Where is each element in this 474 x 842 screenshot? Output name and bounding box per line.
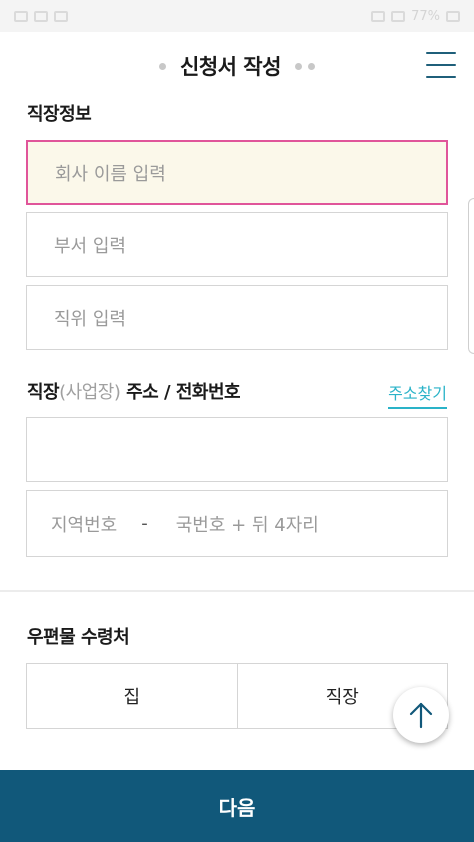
page-indicator-right <box>294 62 315 70</box>
mail-receipt-label: 우편물 수령처 <box>27 627 130 648</box>
arrow-up-icon <box>409 702 433 729</box>
chat-icon <box>54 10 68 22</box>
scroll-top-button[interactable] <box>393 687 449 743</box>
department-input[interactable]: 부서 입력 <box>26 212 448 277</box>
wifi-icon <box>371 10 386 22</box>
mail-receipt-options: 집 직장 <box>26 663 448 729</box>
hamburger-menu-icon[interactable] <box>426 52 456 78</box>
phone-field: 지역번호 - 국번호 + 뒤 4자리 <box>26 490 448 557</box>
work-address-label: 직장(사업장) 주소 / 전화번호 <box>27 382 241 403</box>
notification-icon <box>14 10 28 22</box>
scroll-indicator <box>468 198 474 354</box>
address-search-link[interactable]: 주소찾기 <box>388 380 447 409</box>
address-input[interactable] <box>26 417 448 482</box>
message-icon <box>34 10 48 22</box>
next-button[interactable]: 다음 <box>0 770 474 842</box>
area-code-input[interactable]: 지역번호 <box>51 511 117 537</box>
page-indicator-left <box>159 62 167 70</box>
company-name-input[interactable]: 회사 이름 입력 <box>26 140 448 205</box>
page-title: 신청서 작성 <box>180 55 281 79</box>
phone-dash: - <box>141 513 148 534</box>
section-divider <box>0 590 474 592</box>
phone-number-input[interactable]: 국번호 + 뒤 4자리 <box>176 511 319 537</box>
signal-icon <box>391 10 406 22</box>
status-bar: 77% <box>0 0 474 32</box>
position-input[interactable]: 직위 입력 <box>26 285 448 350</box>
battery-percent: 77% <box>411 8 440 24</box>
work-info-label: 직장정보 <box>27 104 92 125</box>
battery-icon <box>446 10 460 22</box>
app-header: 신청서 작성 <box>0 32 474 100</box>
mail-option-home[interactable]: 집 <box>27 664 237 728</box>
